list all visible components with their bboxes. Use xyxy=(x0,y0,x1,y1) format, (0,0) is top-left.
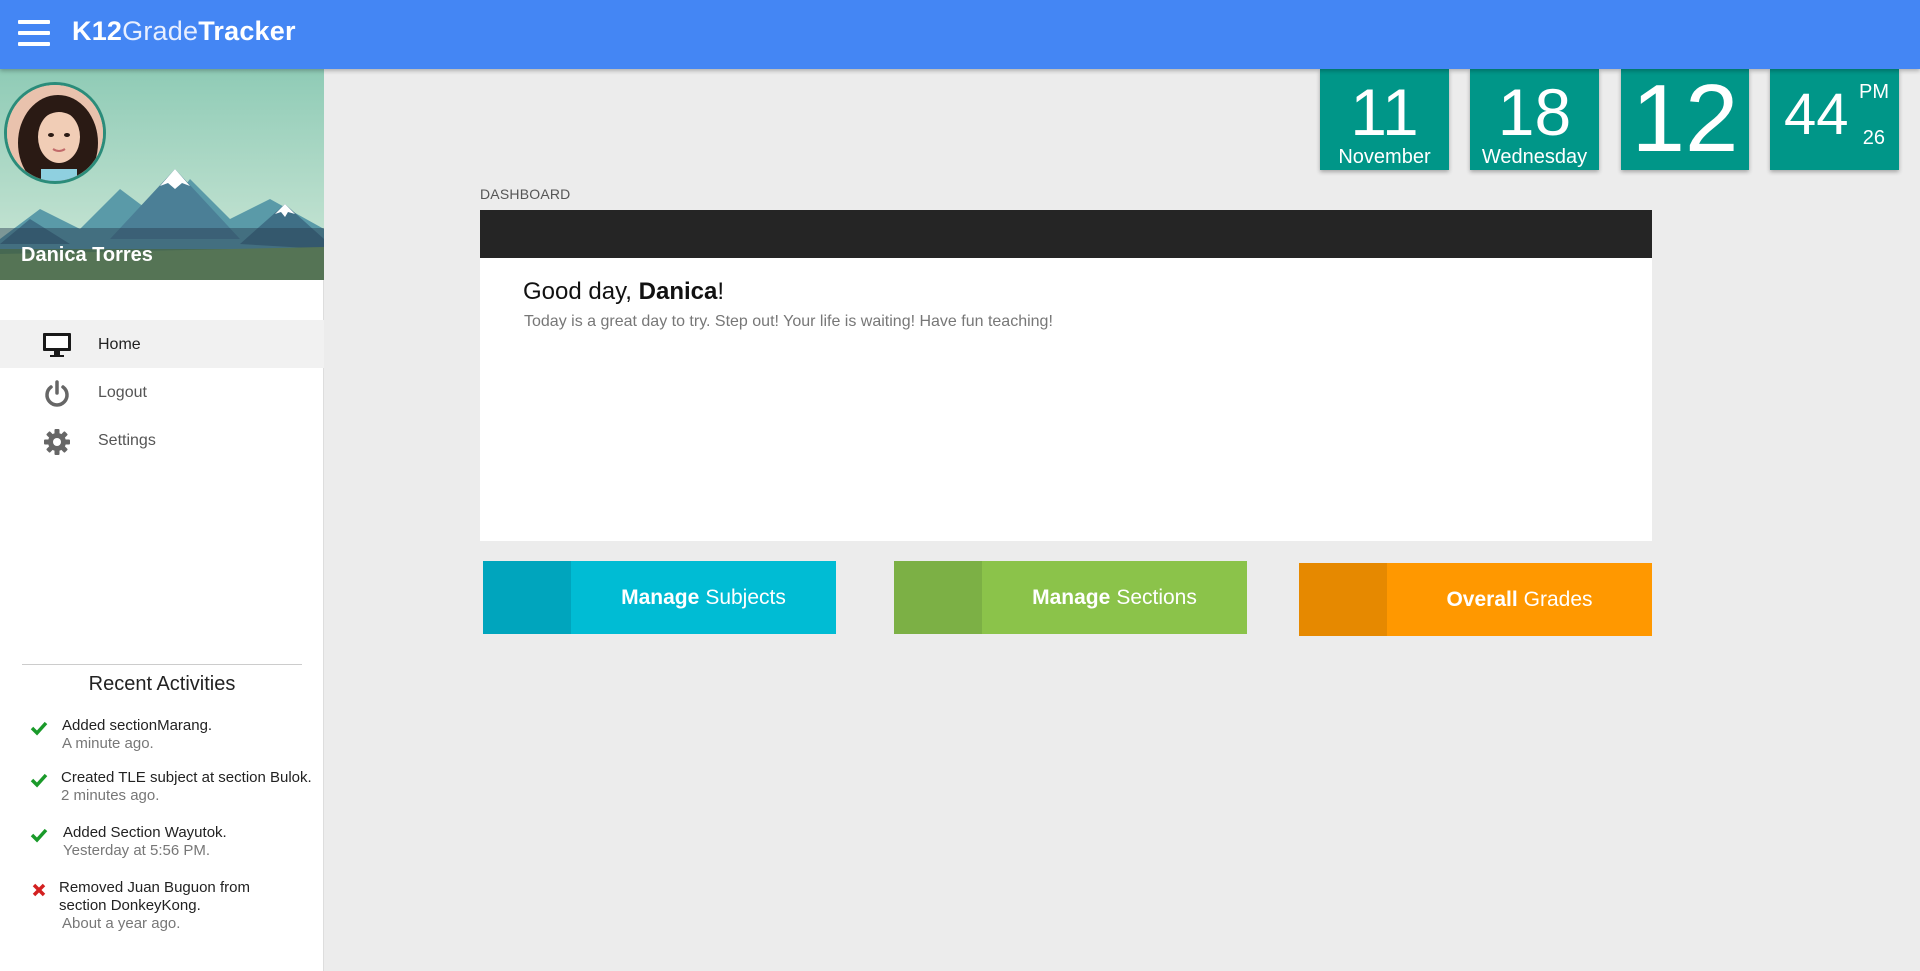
minute-tile: 44 PM 26 xyxy=(1770,69,1899,170)
sidebar-item-label: Settings xyxy=(98,432,156,449)
day-tile: 18 Wednesday xyxy=(1470,69,1599,170)
sidebar-item-home[interactable]: Home xyxy=(0,320,324,368)
activity-time: 2 minutes ago. xyxy=(61,787,160,804)
month-tile: 11 November xyxy=(1320,69,1449,170)
greeting-name: Danica xyxy=(638,278,718,305)
hour-number: 12 xyxy=(1631,65,1739,172)
button-label: Subjects xyxy=(705,585,786,609)
profile-name: Danica Torres xyxy=(21,244,153,266)
recent-activities-title: Recent Activities xyxy=(88,673,236,695)
sidebar: Danica Torres Home Logout Settings Recen… xyxy=(0,69,324,971)
dashboard-panel-header xyxy=(480,210,1652,258)
cross-icon xyxy=(30,881,48,899)
hamburger-menu-icon[interactable] xyxy=(18,20,50,46)
gear-icon xyxy=(42,428,72,455)
sidebar-item-label: Logout xyxy=(98,384,147,401)
sidebar-nav: Home Logout Settings xyxy=(0,320,324,464)
minute-number: 44 xyxy=(1784,82,1849,147)
activity-text: Added sectionMarang. xyxy=(62,717,213,734)
top-bar: K12GradeTracker xyxy=(0,0,1920,69)
check-icon xyxy=(30,826,48,844)
avatar[interactable] xyxy=(4,82,106,184)
manage-subjects-button[interactable]: Manage Subjects xyxy=(483,561,836,634)
manage-sections-button[interactable]: Manage Sections xyxy=(894,561,1247,634)
activity-time: Yesterday at 5:56 PM. xyxy=(63,842,211,859)
day-number: 18 xyxy=(1497,75,1572,149)
activity-text: Added Section Wayutok. xyxy=(63,824,227,841)
power-icon xyxy=(42,380,72,407)
activity-time: About a year ago. xyxy=(62,915,181,932)
button-label-bold: Manage xyxy=(621,585,700,609)
check-icon xyxy=(30,719,48,737)
dashboard-panel: Good day, Danica! Today is a great day t… xyxy=(480,258,1652,541)
sidebar-item-label: Home xyxy=(98,336,141,353)
activity-time: A minute ago. xyxy=(62,735,154,752)
greeting: Good day, Danica! xyxy=(523,278,725,305)
greeting-message: Today is a great day to try. Step out! Y… xyxy=(524,313,1053,330)
button-label-bold: Overall xyxy=(1446,587,1518,611)
button-label: Grades xyxy=(1523,587,1593,611)
activity-text-continued: section DonkeyKong. xyxy=(59,897,201,914)
activity-text: Created TLE subject at section Bulok. xyxy=(61,769,312,786)
sidebar-item-logout[interactable]: Logout xyxy=(0,368,324,416)
day-name: Wednesday xyxy=(1481,146,1588,168)
hour-tile: 12 xyxy=(1621,69,1749,170)
monitor-icon xyxy=(42,332,72,358)
brand-part-tracker: Tracker xyxy=(198,16,296,46)
recent-activities: Recent Activities xyxy=(22,664,302,696)
app-brand[interactable]: K12GradeTracker xyxy=(72,16,296,47)
breadcrumb: DASHBOARD xyxy=(480,186,571,202)
seconds-number: 26 xyxy=(1862,127,1885,149)
month-name: November xyxy=(1338,146,1431,168)
brand-part-k12: K12 xyxy=(72,16,123,46)
brand-part-grade: Grade xyxy=(122,16,199,46)
button-label-bold: Manage xyxy=(1032,585,1111,609)
activity-text: Removed Juan Buguon from xyxy=(59,879,250,896)
button-label: Sections xyxy=(1116,585,1197,609)
sidebar-item-settings[interactable]: Settings xyxy=(0,416,324,464)
ampm-label: PM xyxy=(1859,81,1889,103)
overall-grades-button[interactable]: Overall Grades xyxy=(1299,563,1652,636)
check-icon xyxy=(30,771,48,789)
month-number: 11 xyxy=(1350,75,1419,149)
profile-header: Danica Torres xyxy=(0,69,324,280)
